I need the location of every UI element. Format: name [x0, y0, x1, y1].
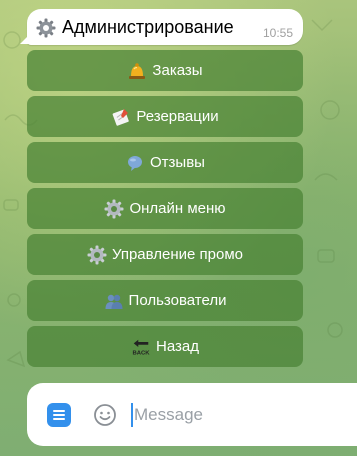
message-time: 10:55 [262, 26, 293, 40]
message-composer [27, 383, 357, 446]
bell-icon [127, 61, 147, 81]
keyboard-button-label: Назад [156, 338, 199, 355]
keyboard-button-back[interactable]: BACK Назад [27, 326, 303, 367]
users-icon [104, 291, 124, 311]
keyboard-button-reviews[interactable]: Отзывы [27, 142, 303, 183]
keyboard-button-orders[interactable]: Заказы [27, 50, 303, 91]
back-icon-text: BACK [132, 350, 150, 356]
keyboard-button-online-menu[interactable]: Онлайн меню [27, 188, 303, 229]
keyboard-button-label: Управление промо [111, 246, 243, 263]
keyboard-button-users[interactable]: Пользователи [27, 280, 303, 321]
keyboard-button-label: Заказы [152, 62, 203, 79]
keyboard-button-promo-management[interactable]: Управление промо [27, 234, 303, 275]
menu-icon[interactable] [47, 403, 71, 427]
keyboard-button-label: Онлайн меню [129, 200, 226, 217]
memo-icon [111, 107, 131, 127]
back-arrow-icon: BACK [131, 337, 151, 357]
message-input[interactable] [131, 401, 334, 429]
keyboard-button-reservations[interactable]: Резервации [27, 96, 303, 137]
gear-icon [36, 18, 56, 38]
bot-message-bubble: Администрирование 10:55 [27, 9, 303, 45]
gear-icon [104, 199, 124, 219]
gear-icon [87, 245, 107, 265]
keyboard-button-label: Пользователи [128, 292, 227, 309]
smiley-icon[interactable] [93, 403, 117, 427]
message-title-row: Администрирование [36, 17, 234, 38]
keyboard-button-label: Отзывы [150, 154, 205, 171]
keyboard-button-label: Резервации [136, 108, 219, 125]
speech-bubble-icon [125, 153, 145, 173]
message-title: Администрирование [62, 17, 234, 37]
